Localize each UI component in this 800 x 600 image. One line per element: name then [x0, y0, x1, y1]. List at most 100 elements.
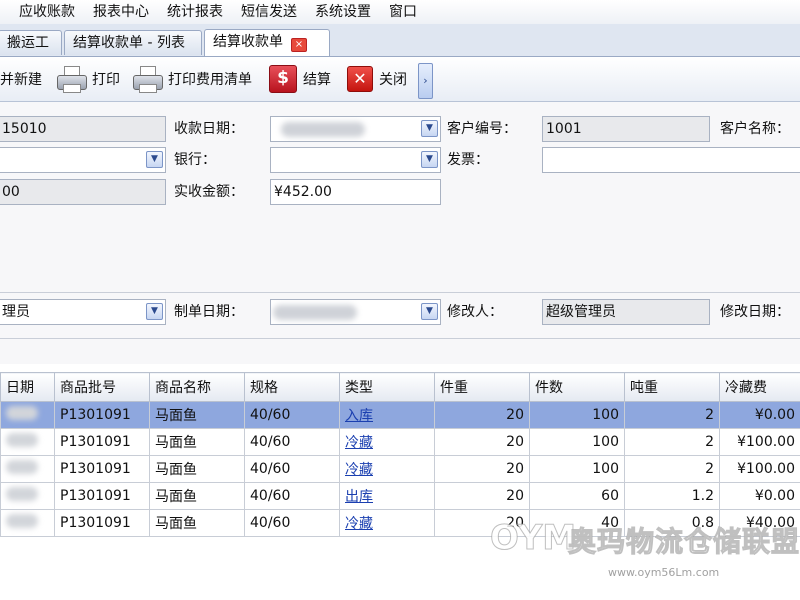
storage-fee-cell: ¥100.00	[719, 455, 800, 483]
chevron-down-icon[interactable]: ▼	[421, 120, 438, 137]
column-header-count[interactable]: 件数	[529, 372, 625, 402]
menu-settings[interactable]: 系统设置	[306, 0, 380, 24]
spec-cell: 40/60	[244, 482, 340, 510]
customer-name-label: 客户名称：	[720, 121, 790, 137]
tons-cell: 2	[624, 428, 720, 456]
bank-select[interactable]: ▼	[270, 147, 441, 173]
product-name-cell: 马面鱼	[149, 401, 245, 429]
tons-cell: 2	[624, 401, 720, 429]
redacted-value	[273, 305, 357, 320]
modifier-field[interactable]: 超级管理员	[542, 299, 710, 325]
table-row[interactable]: P1301091 马面鱼 40/60 冷藏 20 40 0.8 ¥40.00	[0, 509, 800, 537]
table-row[interactable]: P1301091 马面鱼 40/60 冷藏 20 100 2 ¥100.00	[0, 455, 800, 483]
column-header-spec[interactable]: 规格	[244, 372, 340, 402]
save-and-new-label: 并新建	[0, 72, 42, 88]
invoice-field[interactable]	[542, 147, 800, 173]
menu-statistics[interactable]: 统计报表	[158, 0, 232, 24]
settle-label: 结算	[303, 72, 331, 88]
storage-fee-cell: ¥40.00	[719, 509, 800, 537]
detail-table: 日期 商品批号 商品名称 规格 类型 件重 件数 吨重 冷藏费 P1301091…	[0, 372, 800, 537]
account-select[interactable]: ▼	[0, 147, 166, 173]
spec-cell: 40/60	[244, 455, 340, 483]
menu-window[interactable]: 窗口	[380, 0, 426, 24]
date-cell	[0, 509, 55, 537]
piece-weight-cell: 20	[434, 455, 530, 483]
column-header-product-name[interactable]: 商品名称	[149, 372, 245, 402]
settle-button[interactable]: $ 结算	[269, 63, 331, 95]
count-cell: 60	[529, 482, 625, 510]
receipt-date-label: 收款日期：	[174, 121, 244, 137]
divider	[0, 338, 800, 339]
header-row: 日期 商品批号 商品名称 规格 类型 件重 件数 吨重 冷藏费	[0, 372, 800, 402]
tab-bar: 搬运工 结算收款单 - 列表 结算收款单 ×	[0, 24, 800, 57]
column-header-tons[interactable]: 吨重	[624, 372, 720, 402]
chevron-down-icon[interactable]: ▼	[421, 151, 438, 168]
menu-sms[interactable]: 短信发送	[232, 0, 306, 24]
tab-porter[interactable]: 搬运工	[0, 30, 62, 55]
menu-report-center[interactable]: 报表中心	[84, 0, 158, 24]
type-link[interactable]: 入库	[339, 401, 435, 429]
actual-amount-field[interactable]: ¥452.00	[270, 179, 441, 205]
print-fee-list-button[interactable]: 打印费用清单	[132, 63, 252, 95]
spec-cell: 40/60	[244, 401, 340, 429]
redacted-value	[6, 460, 38, 474]
type-link[interactable]: 冷藏	[339, 428, 435, 456]
column-header-type[interactable]: 类型	[339, 372, 435, 402]
created-date-label: 制单日期：	[174, 304, 244, 320]
type-link[interactable]: 出库	[339, 482, 435, 510]
product-name-cell: 马面鱼	[149, 509, 245, 537]
spec-cell: 40/60	[244, 428, 340, 456]
type-link[interactable]: 冷藏	[339, 455, 435, 483]
redacted-value	[6, 487, 38, 501]
column-header-date[interactable]: 日期	[0, 372, 55, 402]
piece-weight-cell: 20	[434, 401, 530, 429]
tons-cell: 1.2	[624, 482, 720, 510]
batch-cell: P1301091	[54, 455, 150, 483]
created-date-picker[interactable]: ▼	[270, 299, 441, 325]
column-header-piece-weight[interactable]: 件重	[434, 372, 530, 402]
redacted-value	[6, 406, 38, 420]
batch-cell: P1301091	[54, 428, 150, 456]
toolbar-overflow-button[interactable]: ›	[418, 63, 433, 99]
save-and-new-button[interactable]: 并新建	[0, 63, 42, 95]
document-number-field[interactable]: 15010	[0, 116, 166, 142]
table-row[interactable]: P1301091 马面鱼 40/60 出库 20 60 1.2 ¥0.00	[0, 482, 800, 510]
tab-label: 结算收款单 - 列表	[73, 35, 185, 51]
modifier-label: 修改人：	[447, 304, 503, 320]
tab-settlement[interactable]: 结算收款单 ×	[204, 29, 330, 56]
table-row[interactable]: P1301091 马面鱼 40/60 冷藏 20 100 2 ¥100.00	[0, 428, 800, 456]
count-cell: 100	[529, 428, 625, 456]
customer-number-field[interactable]: 1001	[542, 116, 710, 142]
tab-close-icon[interactable]: ×	[291, 38, 307, 52]
receipt-date-picker[interactable]: ▼	[270, 116, 441, 142]
column-header-batch[interactable]: 商品批号	[54, 372, 150, 402]
close-icon: ✕	[347, 66, 373, 92]
dollar-icon: $	[269, 65, 297, 93]
chevron-down-icon[interactable]: ▼	[146, 151, 163, 168]
close-button[interactable]: ✕ 关闭	[347, 63, 407, 95]
settlement-form: 15010 收款日期： ▼ 客户编号： 1001 客户名称： ▼ 银行： ▼ 发…	[0, 102, 800, 364]
storage-fee-cell: ¥0.00	[719, 482, 800, 510]
count-cell: 100	[529, 401, 625, 429]
product-name-cell: 马面鱼	[149, 455, 245, 483]
storage-fee-cell: ¥0.00	[719, 401, 800, 429]
tab-label: 搬运工	[7, 35, 49, 51]
chevron-down-icon[interactable]: ▼	[146, 303, 163, 320]
table-row[interactable]: P1301091 马面鱼 40/60 入库 20 100 2 ¥0.00	[0, 401, 800, 429]
type-link[interactable]: 冷藏	[339, 509, 435, 537]
chevron-down-icon[interactable]: ▼	[421, 303, 438, 320]
print-button[interactable]: 打印	[56, 63, 120, 95]
amount-field[interactable]: 00	[0, 179, 166, 205]
invoice-label: 发票：	[447, 152, 489, 168]
piece-weight-cell: 20	[434, 482, 530, 510]
spec-cell: 40/60	[244, 509, 340, 537]
creator-select[interactable]: 理员 ▼	[0, 299, 166, 325]
printer-icon	[132, 66, 163, 93]
count-cell: 40	[529, 509, 625, 537]
tab-settlement-list[interactable]: 结算收款单 - 列表	[64, 30, 202, 55]
date-cell	[0, 455, 55, 483]
menu-receivables[interactable]: 应收账款	[0, 0, 84, 24]
piece-weight-cell: 20	[434, 428, 530, 456]
tab-label: 结算收款单	[213, 34, 283, 50]
column-header-storage-fee[interactable]: 冷藏费	[719, 372, 800, 402]
